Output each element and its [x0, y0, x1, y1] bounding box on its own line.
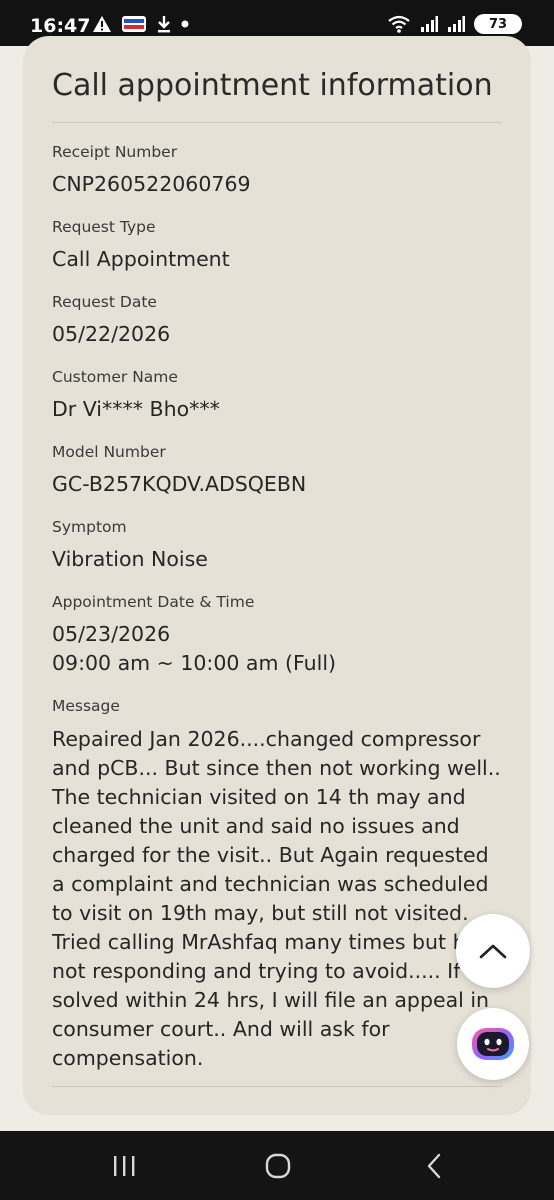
download-icon	[158, 16, 170, 33]
robot-assistant-icon	[472, 1028, 514, 1060]
signal-icon	[421, 16, 438, 32]
title-divider	[52, 122, 502, 123]
message-label: Message	[52, 697, 120, 715]
recent-apps-button[interactable]	[100, 1149, 148, 1183]
home-button[interactable]	[254, 1149, 302, 1183]
recent-apps-icon	[114, 1156, 135, 1176]
signal-icon-2	[448, 16, 465, 32]
battery-level: 73	[488, 16, 508, 32]
battery-indicator: 73	[474, 14, 522, 34]
page-title: Call appointment information	[52, 68, 493, 103]
customer-name-value: Dr Vi**** Bho***	[52, 397, 220, 421]
bottom-divider	[52, 1086, 502, 1087]
customer-name-label: Customer Name	[52, 368, 178, 386]
chevron-up-icon	[479, 944, 507, 959]
model-number-label: Model Number	[52, 443, 166, 461]
receipt-number-value: CNP260522060769	[52, 172, 251, 196]
navigation-bar	[0, 1131, 554, 1200]
notification-icons	[92, 14, 189, 34]
appointment-label: Appointment Date & Time	[52, 593, 255, 611]
app-notification-icon	[122, 16, 146, 32]
request-date-value: 05/22/2026	[52, 322, 171, 346]
back-icon	[427, 1153, 441, 1179]
model-number-value: GC-B257KQDV.ADSQEBN	[52, 472, 307, 496]
receipt-number-label: Receipt Number	[52, 143, 178, 161]
status-time: 16:47	[30, 15, 91, 37]
request-type-value: Call Appointment	[52, 247, 230, 271]
symptom-value: Vibration Noise	[52, 547, 208, 571]
symptom-label: Symptom	[52, 518, 127, 536]
appointment-time-value: 09:00 am ~ 10:00 am (Full)	[52, 651, 337, 675]
request-type-label: Request Type	[52, 218, 156, 236]
home-icon	[265, 1153, 291, 1179]
warning-icon	[93, 16, 111, 32]
message-value: Repaired Jan 2026....changed compressor …	[52, 727, 502, 1070]
scroll-to-top-button[interactable]	[456, 914, 530, 988]
appointment-card: Call appointment information Receipt Num…	[23, 36, 531, 1115]
dot-icon	[181, 20, 189, 28]
chatbot-assistant-button[interactable]	[457, 1008, 529, 1080]
system-icons: 73	[387, 14, 522, 34]
appointment-date-value: 05/23/2026	[52, 622, 171, 646]
request-date-label: Request Date	[52, 293, 157, 311]
back-button[interactable]	[410, 1149, 458, 1183]
wifi-icon	[388, 15, 410, 33]
